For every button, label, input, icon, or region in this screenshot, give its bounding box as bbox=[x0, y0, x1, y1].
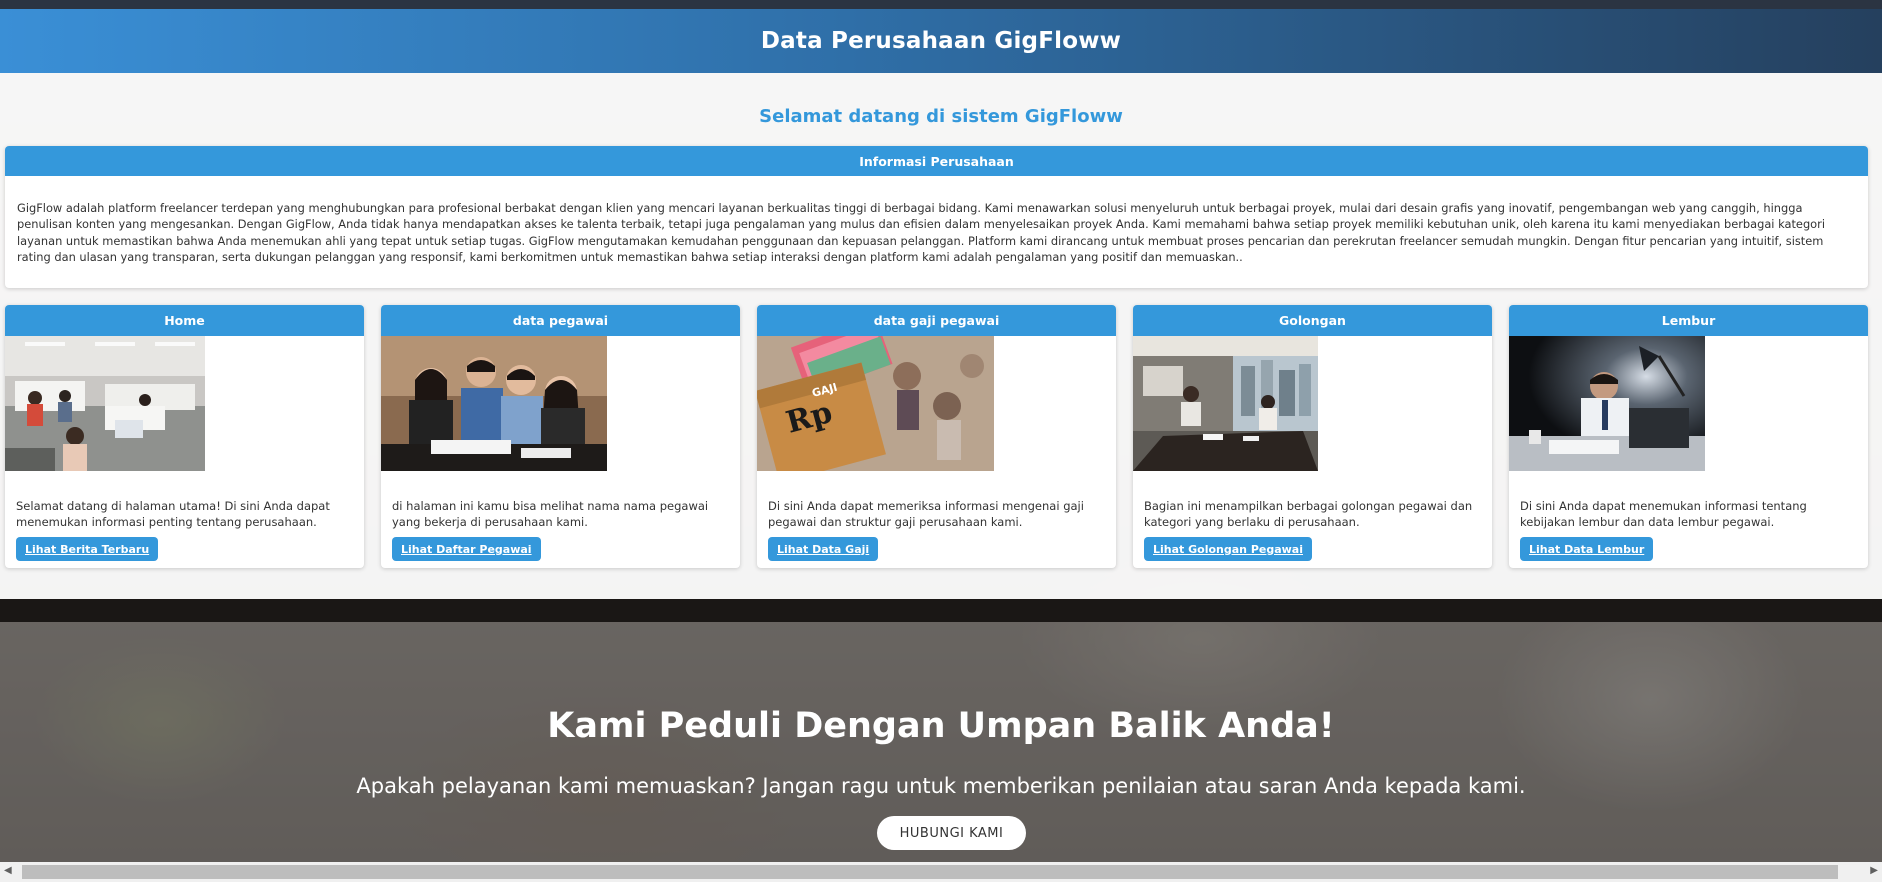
card-description: di halaman ini kamu bisa melihat nama na… bbox=[392, 499, 709, 529]
view-overtime-data-button[interactable]: Lihat Data Lembur bbox=[1520, 537, 1654, 561]
section-divider-band bbox=[0, 599, 1882, 622]
card-title: Lembur bbox=[1509, 305, 1868, 336]
view-employee-grade-button[interactable]: Lihat Golongan Pegawai bbox=[1144, 537, 1312, 561]
card-golongan: Golongan Bagian ini menampilkan berbagai… bbox=[1133, 305, 1492, 568]
office-floor-image bbox=[5, 336, 205, 471]
feedback-section: Kami Peduli Dengan Umpan Balik Anda! Apa… bbox=[0, 622, 1882, 862]
card-description: Di sini Anda dapat memeriksa informasi m… bbox=[768, 499, 1084, 529]
horizontal-scrollbar[interactable]: ◀ ▶ bbox=[0, 862, 1882, 882]
card-title: Home bbox=[5, 305, 364, 336]
contact-us-button[interactable]: HUBUNGI KAMI bbox=[877, 816, 1026, 850]
card-lembur: Lembur Di sini Anda dapat menemukan info… bbox=[1509, 305, 1868, 568]
company-info-title: Informasi Perusahaan bbox=[5, 146, 1868, 176]
scroll-right-arrow-icon[interactable]: ▶ bbox=[1870, 865, 1878, 876]
feedback-heading: Kami Peduli Dengan Umpan Balik Anda! bbox=[547, 706, 1335, 746]
card-title: data gaji pegawai bbox=[757, 305, 1116, 336]
card-title: data pegawai bbox=[381, 305, 740, 336]
page-title: Data Perusahaan GigFloww bbox=[760, 28, 1122, 54]
card-data-pegawai: data pegawai di halaman ini kamu bisa me… bbox=[381, 305, 740, 568]
scroll-left-arrow-icon[interactable]: ◀ bbox=[4, 865, 12, 876]
salary-envelope-image: GAJI Rp bbox=[757, 336, 994, 471]
scrollbar-thumb[interactable] bbox=[22, 865, 1838, 879]
view-latest-news-button[interactable]: Lihat Berita Terbaru bbox=[16, 537, 159, 561]
card-title: Golongan bbox=[1133, 305, 1492, 336]
card-description: Bagian ini menampilkan berbagai golongan… bbox=[1144, 499, 1473, 529]
company-info-text: GigFlow adalah platform freelancer terde… bbox=[17, 201, 1825, 265]
view-salary-data-button[interactable]: Lihat Data Gaji bbox=[768, 537, 879, 561]
menu-cards: Home Selamat datang di halaman utama! Di… bbox=[5, 305, 1873, 569]
team-image bbox=[381, 336, 607, 471]
card-description: Selamat datang di halaman utama! Di sini… bbox=[16, 499, 330, 529]
card-description: Di sini Anda dapat menemukan informasi t… bbox=[1520, 499, 1807, 529]
meeting-room-image bbox=[1133, 336, 1318, 471]
view-employee-list-button[interactable]: Lihat Daftar Pegawai bbox=[392, 537, 541, 561]
night-work-image bbox=[1509, 336, 1705, 471]
company-info-box: Informasi Perusahaan GigFlow adalah plat… bbox=[5, 146, 1868, 288]
page-header: Data Perusahaan GigFloww bbox=[0, 9, 1882, 73]
card-home: Home Selamat datang di halaman utama! Di… bbox=[5, 305, 364, 568]
welcome-heading: Selamat datang di sistem GigFloww bbox=[759, 106, 1123, 127]
browser-top-strip bbox=[0, 0, 1882, 9]
card-data-gaji: data gaji pegawai GAJI Rp Di sini Anda d… bbox=[757, 305, 1116, 568]
feedback-subtitle: Apakah pelayanan kami memuaskan? Jangan … bbox=[356, 774, 1526, 798]
